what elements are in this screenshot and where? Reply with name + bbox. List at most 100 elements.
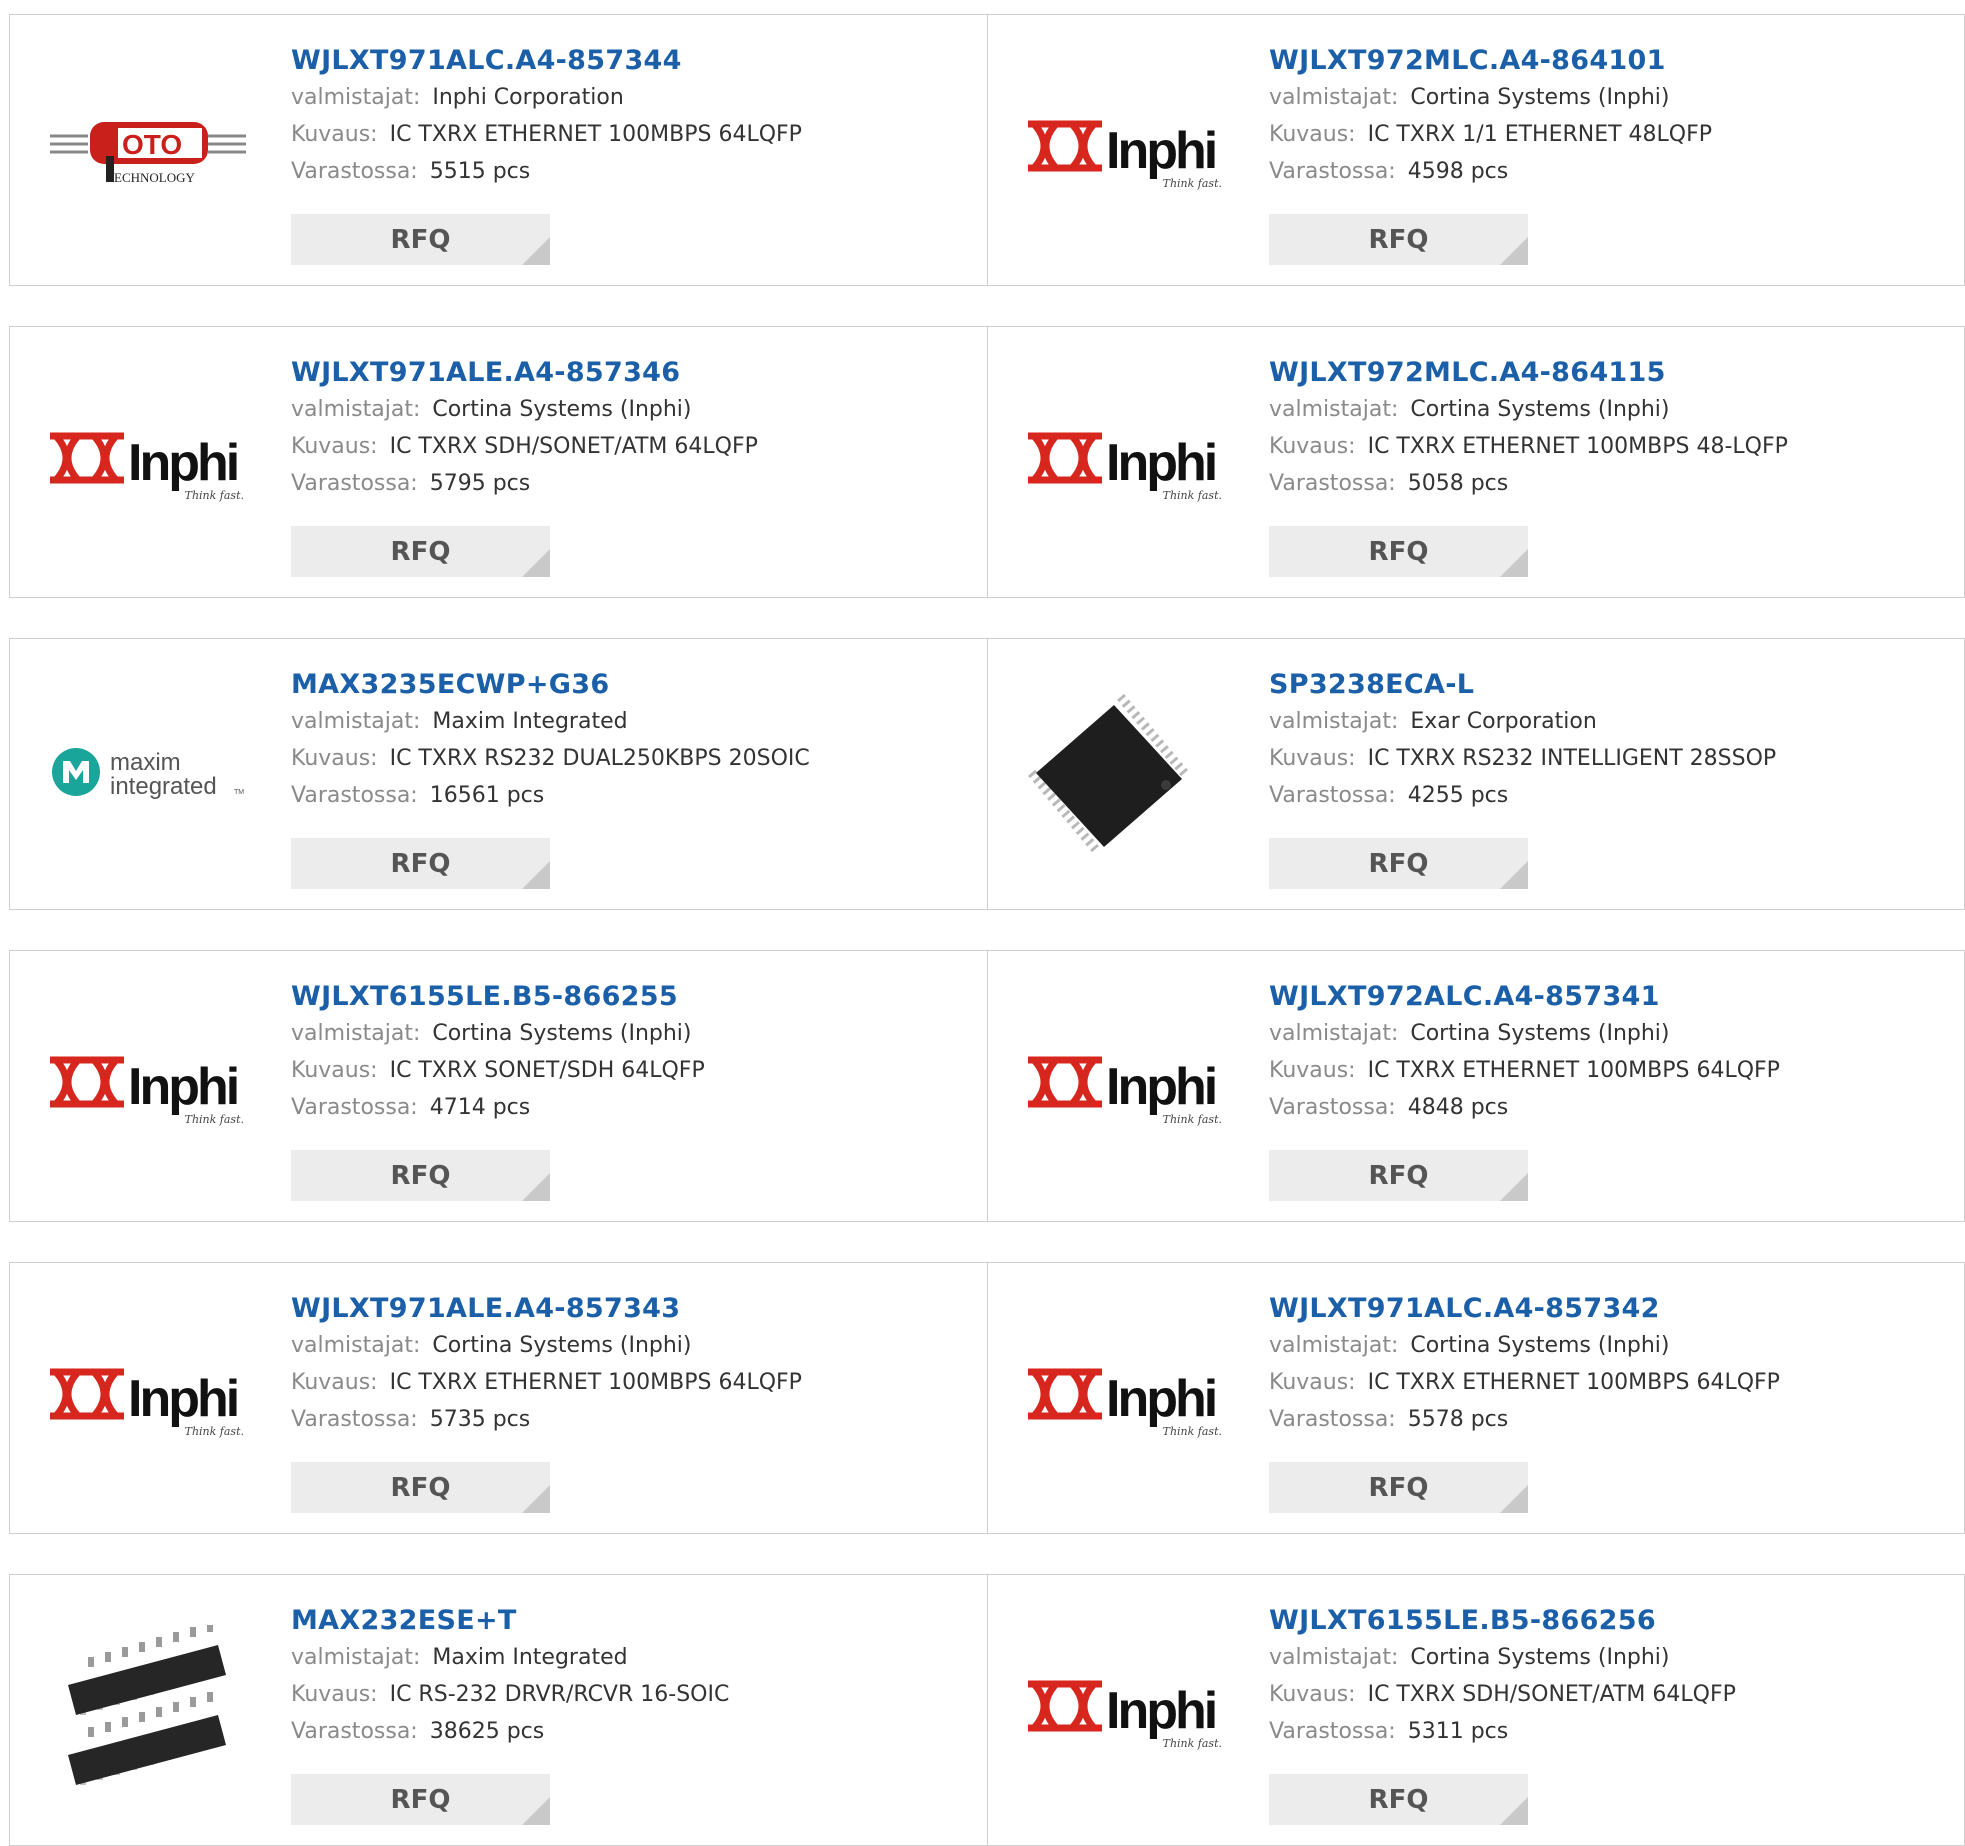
inphi-tagline: Think fast.: [1162, 1425, 1222, 1438]
inphi-tagline: Think fast.: [1162, 1113, 1222, 1126]
description-label: Kuvaus:: [291, 434, 378, 459]
description-label: Kuvaus:: [291, 122, 378, 147]
rfq-corner-decoration: [1500, 549, 1528, 577]
description-value: IC TXRX ETHERNET 100MBPS 48-LQFP: [1367, 434, 1788, 459]
manufacturer-value: Cortina Systems (Inphi): [1410, 1021, 1670, 1046]
manufacturer-label: valmistajat:: [1269, 1021, 1399, 1046]
inphi-logo: Inphi Think fast.: [48, 1046, 248, 1126]
description-label: Kuvaus:: [1269, 1682, 1356, 1707]
product-card: OTO ECHNOLOGY WJLXT971ALC.A4-857344 valmist…: [10, 15, 987, 285]
stock-row: Varastossa: 5058 pcs: [1269, 465, 1949, 502]
product-part-number-link[interactable]: WJLXT971ALC.A4-857342: [1269, 1291, 1949, 1327]
ssop-chip-photo: [1026, 689, 1226, 859]
product-row: OTO ECHNOLOGY WJLXT971ALC.A4-857344 valmist…: [9, 14, 1965, 286]
manufacturer-value: Cortina Systems (Inphi): [1410, 1333, 1670, 1358]
rfq-corner-decoration: [1500, 1797, 1528, 1825]
manufacturer-row: valmistajat: Cortina Systems (Inphi): [291, 1015, 971, 1052]
stock-label: Varastossa:: [291, 1095, 418, 1120]
product-part-number-link[interactable]: WJLXT971ALE.A4-857346: [291, 355, 971, 391]
description-row: Kuvaus: IC TXRX SDH/SONET/ATM 64LQFP: [1269, 1676, 1949, 1713]
manufacturer-value: Cortina Systems (Inphi): [432, 1021, 692, 1046]
product-part-number-link[interactable]: WJLXT972MLC.A4-864115: [1269, 355, 1949, 391]
rfq-button[interactable]: RFQ: [1269, 214, 1528, 265]
stock-label: Varastossa:: [291, 1719, 418, 1744]
description-row: Kuvaus: IC TXRX ETHERNET 100MBPS 64LQFP: [291, 116, 971, 153]
rfq-label: RFQ: [1368, 848, 1429, 879]
stock-value: 4598 pcs: [1407, 159, 1509, 184]
manufacturer-row: valmistajat: Cortina Systems (Inphi): [291, 391, 971, 428]
stock-value: 5578 pcs: [1407, 1407, 1509, 1432]
product-part-number-link[interactable]: SP3238ECA-L: [1269, 667, 1949, 703]
product-image: [1026, 689, 1226, 859]
stock-label: Varastossa:: [1269, 159, 1396, 184]
rfq-button[interactable]: RFQ: [1269, 1150, 1528, 1201]
product-image: Inphi Think fast.: [1026, 377, 1226, 547]
product-card: Inphi Think fast. WJLXT6155LE.B5-866256 val…: [988, 1575, 1965, 1845]
description-value: IC TXRX 1/1 ETHERNET 48LQFP: [1367, 122, 1713, 147]
rfq-button[interactable]: RFQ: [1269, 1774, 1528, 1825]
product-card: Inphi Think fast. WJLXT972ALC.A4-857341 val…: [988, 951, 1965, 1221]
product-part-number-link[interactable]: WJLXT972MLC.A4-864101: [1269, 43, 1949, 79]
description-value: IC TXRX ETHERNET 100MBPS 64LQFP: [389, 122, 802, 147]
inphi-logo: Inphi Think fast.: [1026, 1358, 1226, 1438]
inphi-tagline: Think fast.: [184, 1425, 244, 1438]
inphi-wordmark: Inphi: [1106, 1682, 1215, 1740]
product-part-number-link[interactable]: MAX232ESE+T: [291, 1603, 971, 1639]
product-card: Inphi Think fast. WJLXT971ALE.A4-857343 val…: [10, 1263, 987, 1533]
product-part-number-link[interactable]: WJLXT971ALE.A4-857343: [291, 1291, 971, 1327]
rfq-button[interactable]: RFQ: [291, 838, 550, 889]
inphi-logo: Inphi Think fast.: [1026, 1046, 1226, 1126]
manufacturer-label: valmistajat:: [291, 1333, 421, 1358]
description-row: Kuvaus: IC TXRX RS232 INTELLIGENT 28SSOP: [1269, 740, 1949, 777]
description-value: IC TXRX RS232 INTELLIGENT 28SSOP: [1367, 746, 1777, 771]
stock-row: Varastossa: 4848 pcs: [1269, 1089, 1949, 1126]
stock-value: 5311 pcs: [1407, 1719, 1509, 1744]
rfq-corner-decoration: [1500, 1173, 1528, 1201]
product-image: Inphi Think fast.: [1026, 1313, 1226, 1483]
rfq-button[interactable]: RFQ: [291, 1462, 550, 1513]
manufacturer-row: valmistajat: Cortina Systems (Inphi): [1269, 1015, 1949, 1052]
description-label: Kuvaus:: [291, 1682, 378, 1707]
rfq-button[interactable]: RFQ: [1269, 1462, 1528, 1513]
description-row: Kuvaus: IC TXRX 1/1 ETHERNET 48LQFP: [1269, 116, 1949, 153]
inphi-logo: Inphi Think fast.: [1026, 1670, 1226, 1750]
manufacturer-label: valmistajat:: [291, 85, 421, 110]
stock-row: Varastossa: 5515 pcs: [291, 153, 971, 190]
product-part-number-link[interactable]: WJLXT972ALC.A4-857341: [1269, 979, 1949, 1015]
product-grid: OTO ECHNOLOGY WJLXT971ALC.A4-857344 valmist…: [0, 0, 1965, 1846]
rfq-button[interactable]: RFQ: [291, 1774, 550, 1825]
product-image: OTO ECHNOLOGY: [48, 65, 248, 235]
manufacturer-label: valmistajat:: [1269, 1645, 1399, 1670]
product-info: MAX3235ECWP+G36 valmistajat: Maxim Integra…: [291, 667, 971, 814]
stock-label: Varastossa:: [291, 159, 418, 184]
product-part-number-link[interactable]: MAX3235ECWP+G36: [291, 667, 971, 703]
stock-label: Varastossa:: [291, 1407, 418, 1432]
product-card: Inphi Think fast. WJLXT6155LE.B5-866255 val…: [10, 951, 987, 1221]
manufacturer-value: Cortina Systems (Inphi): [432, 1333, 692, 1358]
rfq-corner-decoration: [522, 237, 550, 265]
rfq-label: RFQ: [1368, 536, 1429, 567]
product-row: maxim integrated TM MAX3235ECWP+G36 valmista…: [9, 638, 1965, 910]
rfq-button[interactable]: RFQ: [291, 1150, 550, 1201]
stock-value: 4848 pcs: [1407, 1095, 1509, 1120]
description-row: Kuvaus: IC RS-232 DRVR/RCVR 16-SOIC: [291, 1676, 971, 1713]
rfq-corner-decoration: [522, 1797, 550, 1825]
rfq-button[interactable]: RFQ: [1269, 526, 1528, 577]
rfq-corner-decoration: [522, 1485, 550, 1513]
rfq-button[interactable]: RFQ: [291, 526, 550, 577]
manufacturer-row: valmistajat: Cortina Systems (Inphi): [291, 1327, 971, 1364]
inphi-wordmark: Inphi: [1106, 1058, 1215, 1116]
product-card: Inphi Think fast. WJLXT971ALC.A4-857342 val…: [988, 1263, 1965, 1533]
product-part-number-link[interactable]: WJLXT971ALC.A4-857344: [291, 43, 971, 79]
stock-value: 4714 pcs: [429, 1095, 531, 1120]
stock-row: Varastossa: 5795 pcs: [291, 465, 971, 502]
inphi-logo: Inphi Think fast.: [1026, 110, 1226, 190]
description-value: IC TXRX RS232 DUAL250KBPS 20SOIC: [389, 746, 810, 771]
rfq-button[interactable]: RFQ: [1269, 838, 1528, 889]
product-part-number-link[interactable]: WJLXT6155LE.B5-866255: [291, 979, 971, 1015]
rfq-label: RFQ: [390, 848, 451, 879]
rfq-button[interactable]: RFQ: [291, 214, 550, 265]
description-row: Kuvaus: IC TXRX ETHERNET 100MBPS 64LQFP: [1269, 1052, 1949, 1089]
manufacturer-row: valmistajat: Cortina Systems (Inphi): [1269, 1639, 1949, 1676]
product-part-number-link[interactable]: WJLXT6155LE.B5-866256: [1269, 1603, 1949, 1639]
